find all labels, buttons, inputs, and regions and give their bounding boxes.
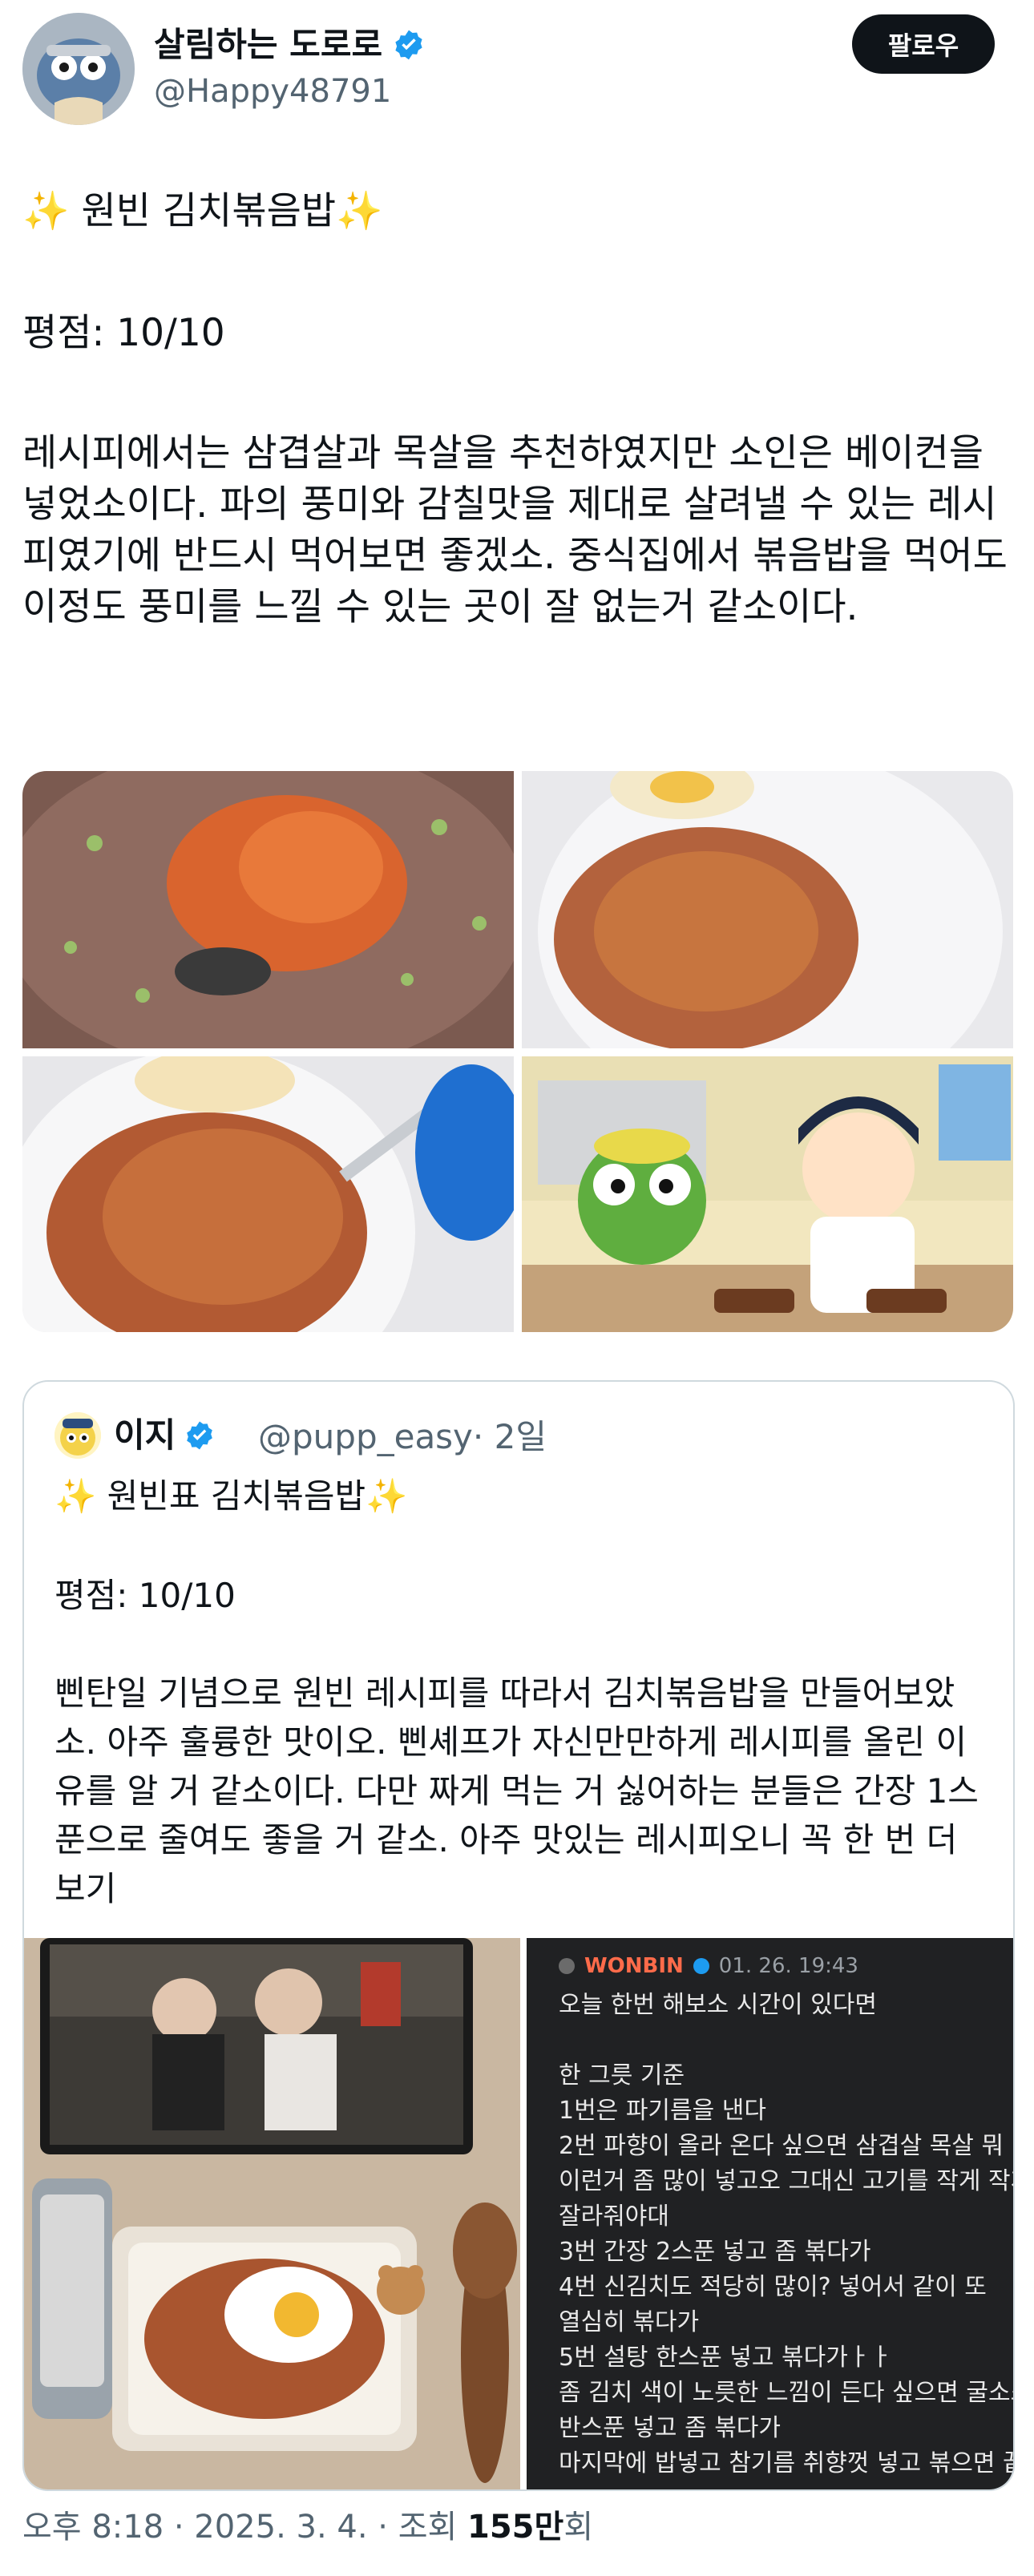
- chat-line: [559, 2023, 1013, 2058]
- follow-button[interactable]: 팔로우: [852, 14, 995, 74]
- chat-line: 한 그릇 기준: [559, 2061, 685, 2089]
- chat-line: 열심히 볶다가: [559, 2308, 700, 2336]
- quote-body: 삔탄일 기념으로 원빈 레시피를 따라서 김치볶음밥을 만들어보았소. 아주 훌…: [55, 1674, 979, 1908]
- chat-sender-name: WONBIN: [584, 1954, 684, 1978]
- tweet-rating: 평점: 10/10: [22, 311, 225, 355]
- chat-line: 이런거 좀 많이 넣고오 그대신 고기를 작게 작게: [559, 2167, 1013, 2195]
- chat-avatar: [559, 1958, 575, 1974]
- chat-time: 01. 26. 19:43: [718, 1954, 858, 1978]
- photo-fried-rice-plate[interactable]: [522, 771, 1013, 1048]
- quote-display-name[interactable]: 이지: [114, 1414, 176, 1457]
- chat-line: 1번은 파기름을 낸다: [559, 2097, 766, 2125]
- tweet-title: ✨ 원빈 김치볶음밥✨: [22, 189, 383, 233]
- photo-fried-rice-spoon[interactable]: [22, 1056, 514, 1332]
- verified-badge-icon: [395, 30, 422, 60]
- chat-verified-icon: [693, 1958, 709, 1974]
- author-name-row[interactable]: 살림하는 도로로: [154, 24, 426, 66]
- quote-author-name-row[interactable]: 이지: [114, 1414, 216, 1457]
- quoted-tweet-card[interactable]: 이지 @pupp_easy· 2일 ✨ 원빈표 김치볶음밥✨ 평점: 10/10…: [22, 1380, 1015, 2491]
- chat-line: 마지막에 밥넣고 참기름 취향껏 넣고 볶으면 끝!: [559, 2449, 1013, 2477]
- chat-line: 3번 간장 2스푼 넣고 좀 볶다가: [559, 2238, 871, 2266]
- recipe-chat-screenshot[interactable]: WONBIN 01. 26. 19:43 오늘 한번 해보소 시간이 있다면 한…: [527, 1938, 1013, 2489]
- chat-line: 반스푼 넣고 좀 볶다가: [559, 2414, 782, 2442]
- quote-title: ✨ 원빈표 김치볶음밥✨: [55, 1476, 408, 1516]
- view-count: 155만: [467, 2509, 564, 2546]
- chat-line: 2번 파향이 올라 온다 싶으면 삼겹살 목살 뭐: [559, 2132, 1004, 2160]
- photo-rice-bowl-with-tablet[interactable]: [24, 1938, 520, 2489]
- author-display-name[interactable]: 살림하는 도로로: [154, 24, 382, 66]
- view-count-suffix: 회: [563, 2509, 594, 2546]
- tweet-body: 레시피에서는 삼겹살과 목살을 추천하였지만 소인은 베이컨을 넣었소이다. 파…: [22, 431, 1008, 629]
- author-avatar[interactable]: [22, 13, 135, 125]
- chat-line: 4번 신김치도 적당히 많이? 넣어서 같이 또: [559, 2273, 987, 2301]
- quote-handle-time[interactable]: @pupp_easy· 2일: [258, 1415, 547, 1459]
- chat-line: 오늘 한번 해보소 시간이 있다면: [559, 1991, 877, 2019]
- author-handle[interactable]: @Happy48791: [154, 72, 391, 111]
- tweet-timestamp[interactable]: 오후 8:18 · 2025. 3. 4. · 조회: [22, 2509, 467, 2546]
- chat-line: 좀 김치 색이 노릇한 느낌이 든다 싶으면 굴소스: [559, 2379, 1013, 2407]
- tweet-meta: 오후 8:18 · 2025. 3. 4. · 조회 155만회: [22, 2505, 593, 2549]
- quote-rating: 평점: 10/10: [55, 1576, 236, 1615]
- quote-media: WONBIN 01. 26. 19:43 오늘 한번 해보소 시간이 있다면 한…: [24, 1938, 1013, 2489]
- chat-message: 오늘 한번 해보소 시간이 있다면 한 그릇 기준 1번은 파기름을 낸다 2번…: [559, 1988, 1013, 2481]
- quote-author-avatar[interactable]: [55, 1412, 101, 1459]
- quote-handle[interactable]: @pupp_easy: [258, 1417, 473, 1456]
- chat-line: 잘라줘야대: [559, 2203, 669, 2231]
- photo-anime-scene[interactable]: [522, 1056, 1013, 1332]
- photo-kimchi-in-pan[interactable]: [22, 771, 514, 1048]
- quote-time: · 2일: [472, 1417, 547, 1456]
- chat-line: 5번 설탕 한스푼 넣고 볶다가ㅏㅏ: [559, 2344, 893, 2372]
- tweet-media-grid: [22, 771, 1013, 1332]
- verified-badge-icon: [187, 1421, 213, 1450]
- chat-header: WONBIN 01. 26. 19:43: [559, 1952, 858, 1980]
